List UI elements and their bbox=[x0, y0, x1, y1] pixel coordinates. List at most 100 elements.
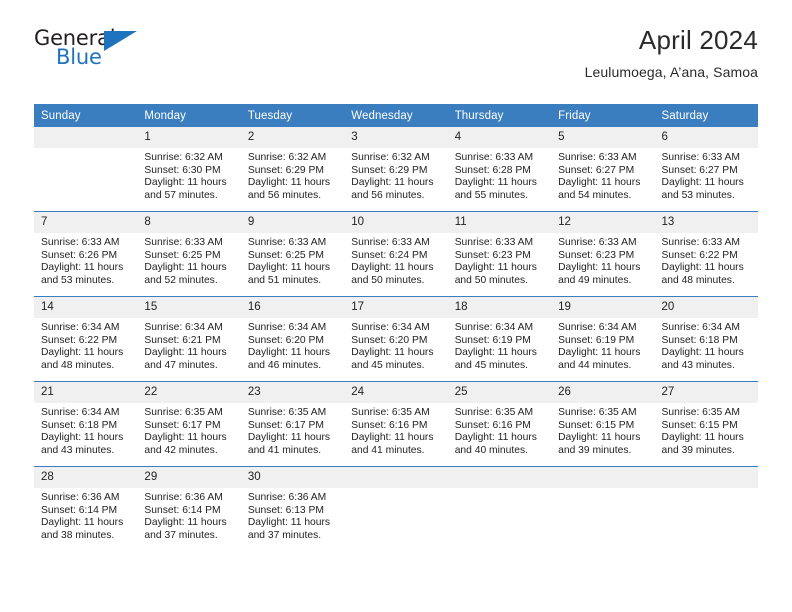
day-info-line: Sunrise: 6:33 AM bbox=[144, 237, 223, 248]
day-info-line: Daylight: 11 hours bbox=[144, 432, 227, 444]
calendar-day-cell[interactable]: 24 Sunrise: 6:35 AM Sunset: 6:16 PM Dayligh… bbox=[344, 381, 448, 467]
day-info-line: and 53 minutes. bbox=[41, 274, 115, 286]
calendar-day-cell[interactable]: 17 Sunrise: 6:34 AM Sunset: 6:20 PM Dayligh… bbox=[344, 296, 448, 382]
day-info-line: Daylight: 11 hours bbox=[247, 517, 331, 529]
day-sun-info: Sunrise: 6:35 AM Sunset: 6:15 PM Daylight:… bbox=[551, 403, 654, 457]
day-number bbox=[447, 467, 552, 488]
calendar-day-cell[interactable]: 6 Sunrise: 6:33 AM Sunset: 6:27 PM Daylight… bbox=[654, 127, 758, 212]
calendar-day-cell[interactable]: 22 Sunrise: 6:35 AM Sunset: 6:17 PM Dayligh… bbox=[137, 381, 241, 467]
day-sun-info: Sunrise: 6:34 AM Sunset: 6:19 PM Daylight:… bbox=[551, 318, 654, 372]
calendar-day-cell[interactable]: 9 Sunrise: 6:33 AM Sunset: 6:25 PM Daylight… bbox=[240, 211, 345, 297]
day-number: 4 bbox=[447, 127, 552, 148]
calendar-day-cell[interactable]: 29 Sunrise: 6:36 AM Sunset: 6:14 PM Dayligh… bbox=[137, 466, 241, 551]
calendar-day-cell[interactable]: 18 Sunrise: 6:34 AM Sunset: 6:19 PM Dayligh… bbox=[447, 296, 552, 382]
calendar-day-cell[interactable]: 23 Sunrise: 6:35 AM Sunset: 6:17 PM Dayligh… bbox=[240, 381, 345, 467]
day-info-line: Sunset: 6:17 PM bbox=[247, 419, 324, 431]
day-number: 13 bbox=[654, 212, 758, 233]
day-info-line: Sunset: 6:15 PM bbox=[661, 419, 738, 431]
day-sun-info: Sunrise: 6:36 AM Sunset: 6:14 PM Daylight:… bbox=[34, 488, 137, 542]
day-sun-info: Sunrise: 6:35 AM Sunset: 6:17 PM Daylight:… bbox=[241, 403, 344, 457]
calendar-week-row: 28 Sunrise: 6:36 AM Sunset: 6:14 PM Dayligh… bbox=[34, 466, 758, 551]
day-sun-info: Sunrise: 6:34 AM Sunset: 6:21 PM Daylight:… bbox=[137, 318, 240, 372]
day-info-line: Daylight: 11 hours bbox=[351, 432, 434, 444]
calendar-day-cell[interactable]: 15 Sunrise: 6:34 AM Sunset: 6:21 PM Dayligh… bbox=[137, 296, 241, 382]
calendar-day-cell[interactable]: 26 Sunrise: 6:35 AM Sunset: 6:15 PM Dayligh… bbox=[551, 381, 655, 467]
day-number: 22 bbox=[137, 382, 241, 403]
page-title: April 2024 bbox=[638, 25, 758, 55]
day-sun-info: Sunrise: 6:33 AM Sunset: 6:25 PM Daylight:… bbox=[241, 233, 344, 287]
day-info-line: and 45 minutes. bbox=[351, 359, 425, 371]
calendar-day-cell[interactable]: 16 Sunrise: 6:34 AM Sunset: 6:20 PM Dayligh… bbox=[240, 296, 345, 382]
day-info-line: and 37 minutes. bbox=[247, 529, 322, 541]
day-number: 1 bbox=[137, 127, 241, 148]
day-number bbox=[344, 467, 448, 488]
calendar-day-cell[interactable]: 7 Sunrise: 6:33 AM Sunset: 6:26 PM Daylight… bbox=[34, 211, 138, 297]
day-info-line: Sunset: 6:29 PM bbox=[351, 164, 428, 176]
calendar-empty-cell bbox=[34, 127, 138, 212]
day-info-line: Sunrise: 6:32 AM bbox=[351, 152, 430, 163]
calendar-day-cell[interactable]: 13 Sunrise: 6:33 AM Sunset: 6:22 PM Dayligh… bbox=[654, 211, 758, 297]
day-info-line: Sunset: 6:21 PM bbox=[144, 334, 221, 346]
day-number: 15 bbox=[137, 297, 241, 318]
day-info-line: Sunrise: 6:35 AM bbox=[454, 407, 534, 418]
calendar-day-cell[interactable]: 11 Sunrise: 6:33 AM Sunset: 6:23 PM Dayligh… bbox=[447, 211, 552, 297]
calendar-day-cell[interactable]: 10 Sunrise: 6:33 AM Sunset: 6:24 PM Dayligh… bbox=[344, 211, 448, 297]
day-info-line: Daylight: 11 hours bbox=[144, 347, 227, 359]
day-info-line: and 43 minutes. bbox=[41, 444, 115, 456]
day-info-line: Sunset: 6:20 PM bbox=[247, 334, 324, 346]
day-info-line: and 52 minutes. bbox=[144, 274, 218, 286]
day-sun-info: Sunrise: 6:33 AM Sunset: 6:28 PM Daylight:… bbox=[448, 148, 551, 202]
calendar-day-cell[interactable]: 12 Sunrise: 6:33 AM Sunset: 6:23 PM Dayligh… bbox=[551, 211, 655, 297]
calendar-day-cell[interactable]: 5 Sunrise: 6:33 AM Sunset: 6:27 PM Daylight… bbox=[551, 127, 655, 212]
weekday-header-sunday: Sunday bbox=[34, 104, 138, 127]
day-info-line: Sunset: 6:24 PM bbox=[351, 249, 428, 261]
day-info-line: and 41 minutes. bbox=[247, 444, 322, 456]
day-info-line: Sunrise: 6:36 AM bbox=[247, 492, 327, 503]
weekday-header-monday: Monday bbox=[137, 104, 241, 127]
day-info-line: Sunset: 6:25 PM bbox=[144, 249, 221, 261]
day-info-line: Sunrise: 6:34 AM bbox=[247, 322, 327, 333]
day-info-line: Daylight: 11 hours bbox=[41, 517, 124, 529]
day-info-line: Sunset: 6:23 PM bbox=[558, 249, 635, 261]
calendar-day-cell[interactable]: 21 Sunrise: 6:34 AM Sunset: 6:18 PM Dayligh… bbox=[34, 381, 138, 467]
day-info-line: Sunrise: 6:33 AM bbox=[661, 237, 740, 248]
day-info-line: Daylight: 11 hours bbox=[144, 517, 227, 529]
calendar-day-cell[interactable]: 14 Sunrise: 6:34 AM Sunset: 6:22 PM Dayligh… bbox=[34, 296, 138, 382]
calendar-day-cell[interactable]: 27 Sunrise: 6:35 AM Sunset: 6:15 PM Dayligh… bbox=[654, 381, 758, 467]
calendar-day-cell[interactable]: 25 Sunrise: 6:35 AM Sunset: 6:16 PM Dayligh… bbox=[447, 381, 552, 467]
day-sun-info: Sunrise: 6:36 AM Sunset: 6:14 PM Daylight:… bbox=[137, 488, 240, 542]
calendar-day-cell[interactable]: 8 Sunrise: 6:33 AM Sunset: 6:25 PM Daylight… bbox=[137, 211, 241, 297]
calendar-day-cell[interactable]: 28 Sunrise: 6:36 AM Sunset: 6:14 PM Dayligh… bbox=[34, 466, 138, 551]
day-number: 26 bbox=[551, 382, 655, 403]
calendar-empty-cell bbox=[551, 466, 655, 551]
calendar-day-cell[interactable]: 30 Sunrise: 6:36 AM Sunset: 6:13 PM Dayligh… bbox=[240, 466, 345, 551]
calendar-day-cell[interactable]: 2 Sunrise: 6:32 AM Sunset: 6:29 PM Daylight… bbox=[240, 127, 345, 212]
calendar-day-cell[interactable]: 20 Sunrise: 6:34 AM Sunset: 6:18 PM Dayligh… bbox=[654, 296, 758, 382]
day-info-line: Sunrise: 6:35 AM bbox=[661, 407, 740, 418]
day-info-line: Daylight: 11 hours bbox=[41, 347, 124, 359]
day-number: 27 bbox=[654, 382, 758, 403]
calendar-day-cell[interactable]: 3 Sunrise: 6:32 AM Sunset: 6:29 PM Daylight… bbox=[344, 127, 448, 212]
day-info-line: Sunset: 6:29 PM bbox=[247, 164, 324, 176]
day-info-line: Sunset: 6:28 PM bbox=[454, 164, 531, 176]
calendar-day-cell[interactable]: 1 Sunrise: 6:32 AM Sunset: 6:30 PM Daylight… bbox=[137, 127, 241, 212]
day-info-line: Sunrise: 6:33 AM bbox=[351, 237, 430, 248]
calendar-day-cell[interactable]: 19 Sunrise: 6:34 AM Sunset: 6:19 PM Dayligh… bbox=[551, 296, 655, 382]
day-sun-info: Sunrise: 6:33 AM Sunset: 6:24 PM Daylight:… bbox=[344, 233, 447, 287]
day-info-line: Sunrise: 6:33 AM bbox=[558, 237, 637, 248]
day-number bbox=[654, 467, 758, 488]
day-sun-info: Sunrise: 6:34 AM Sunset: 6:22 PM Daylight:… bbox=[34, 318, 137, 372]
day-sun-info: Sunrise: 6:33 AM Sunset: 6:22 PM Daylight:… bbox=[655, 233, 758, 287]
day-info-line: Sunrise: 6:34 AM bbox=[558, 322, 637, 333]
day-number: 30 bbox=[240, 467, 345, 488]
day-info-line: Sunset: 6:23 PM bbox=[454, 249, 531, 261]
day-info-line: Sunrise: 6:33 AM bbox=[661, 152, 740, 163]
day-info-line: Sunset: 6:15 PM bbox=[558, 419, 635, 431]
day-number: 14 bbox=[34, 297, 138, 318]
calendar-day-cell[interactable]: 4 Sunrise: 6:33 AM Sunset: 6:28 PM Daylight… bbox=[447, 127, 552, 212]
day-info-line: Sunrise: 6:34 AM bbox=[41, 407, 120, 418]
day-info-line: Sunset: 6:27 PM bbox=[661, 164, 738, 176]
day-sun-info: Sunrise: 6:35 AM Sunset: 6:15 PM Daylight:… bbox=[655, 403, 758, 457]
day-info-line: Sunset: 6:19 PM bbox=[454, 334, 531, 346]
weekday-header-tuesday: Tuesday bbox=[240, 104, 345, 127]
